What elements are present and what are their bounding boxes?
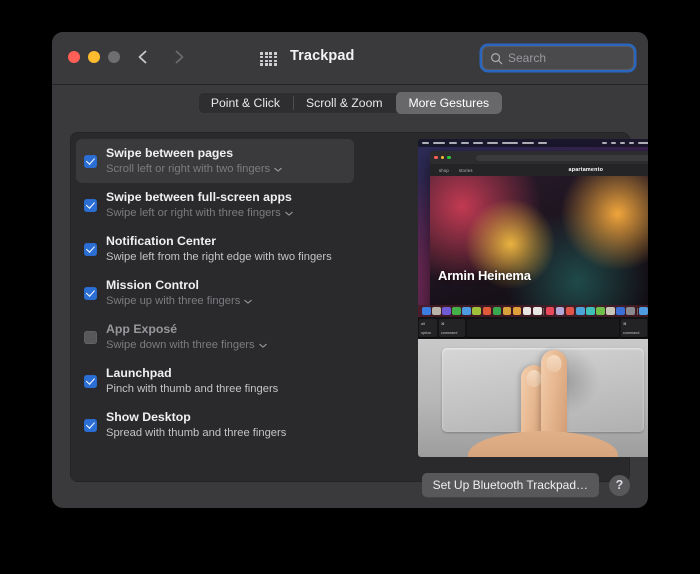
chevron-down-icon[interactable] — [285, 211, 293, 216]
preview-browser-window: shop stories apartamento Armin Heinema — [430, 151, 648, 317]
show-all-grid-icon[interactable] — [260, 52, 277, 66]
chevron-down-icon[interactable] — [244, 299, 253, 304]
gesture-row-notification-center[interactable]: Notification Center Swipe left from the … — [70, 227, 360, 271]
gesture-subtitle: Swipe left from the right edge with two … — [106, 250, 332, 264]
set-up-bluetooth-trackpad-button[interactable]: Set Up Bluetooth Trackpad… — [421, 473, 599, 497]
gesture-title: Swipe between full-screen apps — [106, 190, 292, 204]
preview-nav-stories: stories — [458, 167, 473, 173]
tab-point-and-click[interactable]: Point & Click — [198, 92, 293, 114]
gesture-subtitle-text: Swipe up with three fingers — [106, 295, 241, 307]
fingernail — [526, 370, 542, 387]
key-command-right: ⌘ command — [621, 319, 647, 337]
checkbox-swipe-between-full-screen-apps[interactable] — [84, 198, 97, 212]
forward-chevron-icon[interactable] — [170, 48, 188, 66]
window-footer: Set Up Bluetooth Trackpad… ? — [70, 472, 630, 498]
preview-site-brand: apartamento — [568, 167, 604, 173]
chevron-down-icon[interactable] — [258, 343, 267, 348]
gesture-row-swipe-between-pages[interactable]: Swipe between pages Scroll left or right… — [76, 139, 354, 183]
preview-site-nav: shop stories apartamento — [430, 164, 648, 176]
tab-bar: Point & Click Scroll & Zoom More Gesture… — [52, 85, 648, 121]
gesture-subtitle[interactable]: Swipe left or right with three fingers — [106, 206, 293, 220]
chevron-down-icon[interactable] — [274, 167, 282, 172]
gesture-row-swipe-between-full-screen-apps[interactable]: Swipe between full-screen apps Swipe lef… — [70, 183, 360, 227]
gesture-subtitle-text: Spread with thumb and three fingers — [106, 427, 287, 439]
gesture-subtitle: Spread with thumb and three fingers — [106, 426, 286, 440]
gesture-subtitle-text: Swipe down with three fingers — [106, 339, 255, 351]
preview-screen: It's Nice That OI shop stor — [418, 139, 648, 317]
preview-trackpad-photo — [418, 339, 648, 457]
gesture-title: Notification Center — [106, 234, 216, 248]
key-option-left: alt option — [419, 319, 437, 337]
gesture-title: App Exposé — [106, 322, 178, 336]
gesture-subtitle[interactable]: Swipe up with three fingers — [106, 294, 253, 308]
help-button[interactable]: ? — [609, 474, 630, 496]
gesture-subtitle[interactable]: Swipe down with three fingers — [106, 338, 267, 352]
close-button[interactable] — [68, 51, 80, 63]
gesture-list: Swipe between pages Scroll left or right… — [70, 139, 360, 447]
zoom-button[interactable] — [108, 51, 120, 63]
checkbox-mission-control[interactable] — [84, 286, 97, 300]
preview-hero-image: Armin Heinema — [430, 176, 648, 317]
gesture-preview-media: It's Nice That OI shop stor — [418, 139, 648, 457]
gesture-row-app-expose[interactable]: App Exposé Swipe down with three fingers — [70, 315, 360, 359]
key-command-left: ⌘ command — [439, 319, 465, 337]
gesture-title: Show Desktop — [106, 410, 191, 424]
fingernail — [546, 355, 562, 372]
preview-hero-caption: Armin Heinema — [438, 268, 531, 283]
preview-menubar — [418, 139, 648, 147]
search-field[interactable] — [482, 46, 648, 70]
checkbox-show-desktop[interactable] — [84, 418, 97, 432]
gesture-subtitle-text: Pinch with thumb and three fingers — [106, 383, 279, 395]
gesture-title: Launchpad — [106, 366, 172, 380]
preview-nav-shop: shop — [439, 167, 449, 173]
gesture-row-show-desktop[interactable]: Show Desktop Spread with thumb and three… — [70, 403, 360, 447]
search-icon — [491, 52, 503, 64]
minimize-button[interactable] — [88, 51, 100, 63]
hand-two-fingers — [468, 347, 618, 457]
checkbox-notification-center[interactable] — [84, 242, 97, 256]
checkbox-swipe-between-pages[interactable] — [84, 154, 97, 168]
palm — [468, 431, 618, 457]
search-input[interactable] — [508, 51, 648, 65]
tab-scroll-and-zoom[interactable]: Scroll & Zoom — [292, 92, 396, 114]
traffic-lights — [68, 51, 120, 63]
gesture-row-mission-control[interactable]: Mission Control Swipe up with three fing… — [70, 271, 360, 315]
preview-dock — [418, 305, 648, 317]
checkbox-app-expose[interactable] — [84, 330, 97, 344]
page-title: Trackpad — [290, 48, 355, 64]
gesture-subtitle-text: Swipe left from the right edge with two … — [106, 251, 332, 263]
gestures-panel: Swipe between pages Scroll left or right… — [70, 132, 648, 482]
gesture-subtitle[interactable]: Scroll left or right with two fingers — [106, 162, 282, 176]
gesture-row-launchpad[interactable]: Launchpad Pinch with thumb and three fin… — [70, 359, 360, 403]
gesture-title: Swipe between pages — [106, 146, 234, 160]
back-chevron-icon[interactable] — [134, 48, 152, 66]
system-preferences-window: Trackpad Point & Click Scroll & Zoom Mor… — [52, 32, 648, 508]
preview-browser-chrome — [430, 151, 648, 164]
window-titlebar: Trackpad — [52, 32, 648, 85]
navigation-controls — [134, 48, 188, 66]
preview-browser-url-bar — [475, 154, 648, 161]
tab-more-gestures[interactable]: More Gestures — [395, 92, 503, 114]
gesture-title: Mission Control — [106, 278, 199, 292]
gesture-subtitle-text: Scroll left or right with two fingers — [106, 163, 271, 175]
key-spacebar — [467, 319, 619, 337]
gesture-subtitle: Pinch with thumb and three fingers — [106, 382, 278, 396]
checkbox-launchpad[interactable] — [84, 374, 97, 388]
preview-keyboard: alt option ⌘ command ⌘ command alt optio… — [418, 317, 648, 339]
tab-group: Point & Click Scroll & Zoom More Gesture… — [197, 92, 503, 114]
gesture-subtitle-text: Swipe left or right with three fingers — [106, 207, 281, 219]
